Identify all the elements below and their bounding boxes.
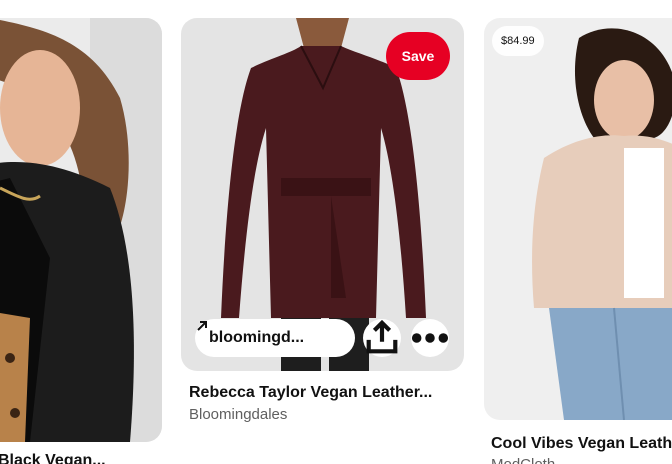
pin-image-burgundy-jacket[interactable]: Save bloomingd...: [181, 18, 464, 371]
black-jacket-photo: [0, 18, 162, 442]
pin-subtitle[interactable]: ModCloth: [491, 456, 555, 464]
pin-title[interactable]: Black Vegan...: [0, 452, 106, 464]
more-icon: [411, 333, 449, 343]
share-icon: [366, 319, 398, 354]
pin-image-blush-jacket[interactable]: $84.99: [484, 18, 672, 420]
source-link-button[interactable]: bloomingd...: [195, 319, 355, 357]
blush-jacket-photo: [484, 18, 672, 420]
pin-image-black-jacket[interactable]: [0, 18, 162, 442]
more-options-button[interactable]: [411, 319, 449, 357]
external-link-icon: [197, 321, 207, 331]
pin-title[interactable]: Rebecca Taylor Vegan Leather...: [189, 384, 432, 402]
source-link-label: bloomingd...: [209, 329, 305, 346]
pin-subtitle[interactable]: Bloomingdales: [189, 406, 287, 423]
save-button[interactable]: Save: [386, 32, 450, 80]
share-button[interactable]: [363, 319, 401, 357]
pin-title[interactable]: Cool Vibes Vegan Leather...: [491, 435, 672, 453]
price-badge: $84.99: [492, 26, 544, 56]
